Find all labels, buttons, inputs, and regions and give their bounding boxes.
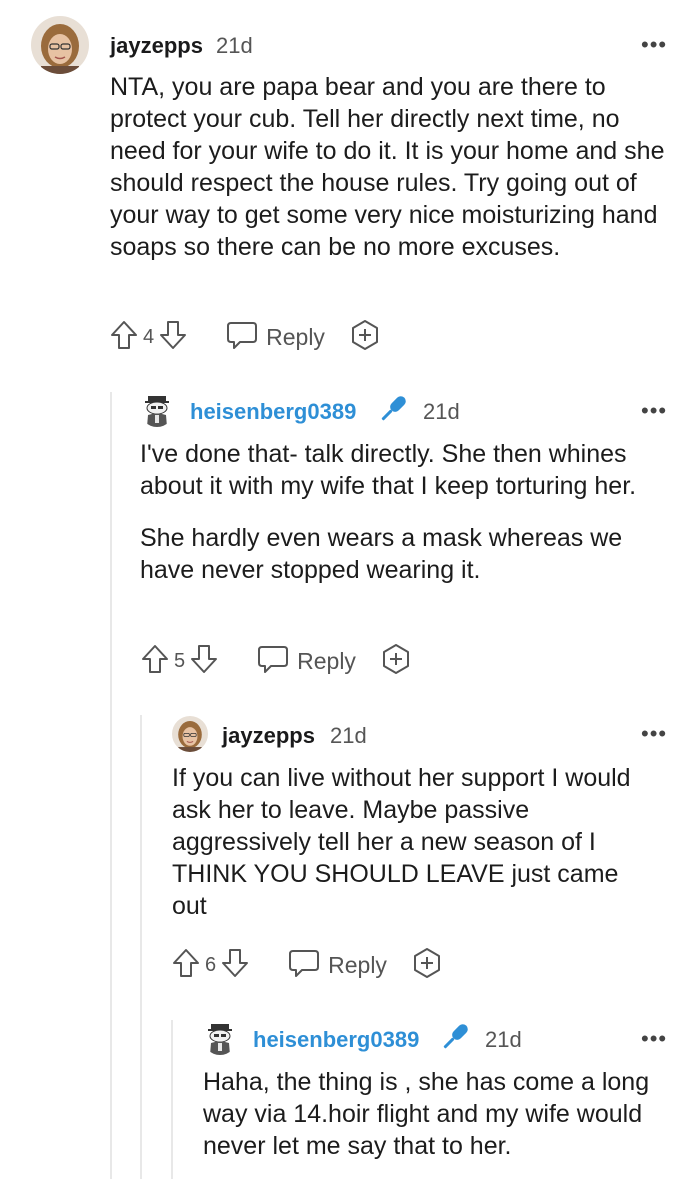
comment-paragraph: I've done that- talk directly. She then … xyxy=(140,440,637,500)
microphone-icon xyxy=(376,392,410,431)
timestamp: 21d xyxy=(485,1027,522,1052)
vote-count: 5 xyxy=(174,649,186,672)
snoo-avatar-image xyxy=(203,1021,237,1055)
award-icon[interactable] xyxy=(411,947,443,984)
comment-paragraph: If you can live without her support I wo… xyxy=(172,764,631,920)
reply-label: Reply xyxy=(266,323,325,350)
downvote-icon[interactable] xyxy=(158,319,188,356)
microphone-icon xyxy=(438,1020,472,1059)
comment-body: I've done that- talk directly. She then … xyxy=(140,438,680,586)
thread-line-2[interactable] xyxy=(140,715,142,1179)
comment-actions: 6 Reply xyxy=(171,947,443,984)
comment-paragraph: She hardly even wears a mask whereas we … xyxy=(140,524,623,584)
comment-actions: 5 Reply xyxy=(140,643,412,680)
timestamp: 21d xyxy=(330,723,367,748)
comment-paragraph: Haha, the thing is , she has come a long… xyxy=(203,1068,650,1160)
thread-line-1[interactable] xyxy=(110,392,112,1179)
comment-actions: 4 Reply xyxy=(109,319,381,356)
username[interactable]: jayzepps xyxy=(222,723,315,749)
reply-icon xyxy=(257,644,289,679)
avatar[interactable] xyxy=(172,716,208,752)
user-avatar-image xyxy=(31,16,89,74)
avatar[interactable] xyxy=(31,16,89,74)
more-icon[interactable]: ••• xyxy=(641,723,667,745)
more-icon[interactable]: ••• xyxy=(641,1028,667,1050)
comment-body: Haha, the thing is , she has come a long… xyxy=(203,1066,673,1162)
reply-button[interactable]: Reply xyxy=(257,644,356,679)
downvote-icon[interactable] xyxy=(220,947,250,984)
upvote-icon[interactable] xyxy=(140,643,170,680)
snoo-avatar-image xyxy=(140,393,174,427)
thread-line-3[interactable] xyxy=(171,1020,173,1179)
comment-body: If you can live without her support I wo… xyxy=(172,762,650,922)
award-icon[interactable] xyxy=(380,643,412,680)
reply-icon xyxy=(226,320,258,355)
vote-count: 6 xyxy=(205,953,217,976)
more-icon[interactable]: ••• xyxy=(641,34,667,56)
username[interactable]: jayzepps xyxy=(110,33,203,59)
vote-count: 4 xyxy=(143,325,155,348)
upvote-icon[interactable] xyxy=(109,319,139,356)
reply-label: Reply xyxy=(328,951,387,978)
timestamp: 21d xyxy=(423,399,460,424)
reply-icon xyxy=(288,948,320,983)
user-avatar-image xyxy=(172,716,208,752)
avatar[interactable] xyxy=(203,1021,237,1055)
reply-button[interactable]: Reply xyxy=(226,320,325,355)
award-icon[interactable] xyxy=(349,319,381,356)
more-icon[interactable]: ••• xyxy=(641,400,667,422)
comment-paragraph: NTA, you are papa bear and you are there… xyxy=(110,73,665,261)
downvote-icon[interactable] xyxy=(189,643,219,680)
avatar[interactable] xyxy=(140,393,174,427)
username[interactable]: heisenberg0389 xyxy=(253,1027,419,1053)
timestamp: 21d xyxy=(216,33,253,58)
upvote-icon[interactable] xyxy=(171,947,201,984)
username[interactable]: heisenberg0389 xyxy=(190,399,356,425)
reply-label: Reply xyxy=(297,647,356,674)
reply-button[interactable]: Reply xyxy=(288,948,387,983)
comment-body: NTA, you are papa bear and you are there… xyxy=(110,71,675,263)
